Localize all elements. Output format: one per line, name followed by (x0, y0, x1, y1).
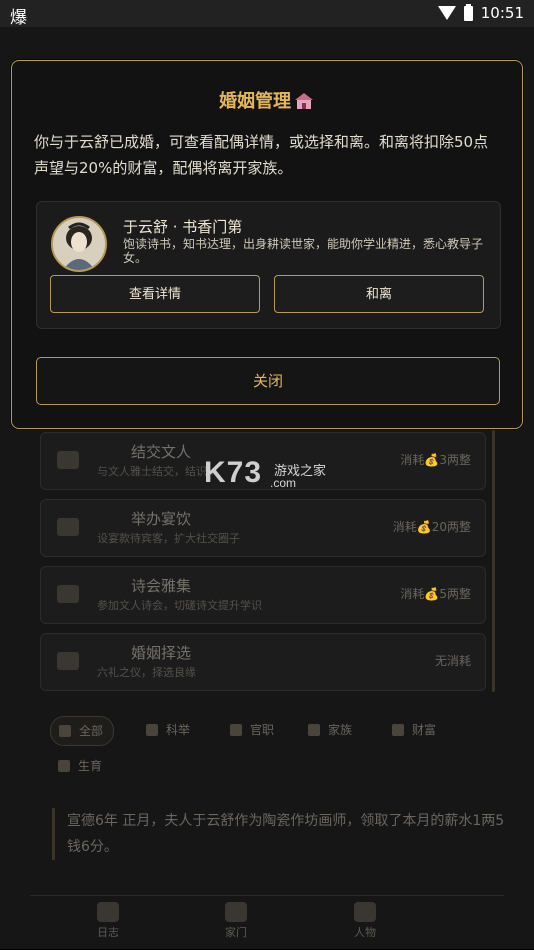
tab-family[interactable]: 家门 (206, 902, 266, 940)
action-icon (57, 652, 79, 670)
spouse-card: 于云舒 · 书香门第 饱读诗书，知书达理，出身耕读世家，能助你学业精进，悉心教导… (36, 201, 501, 329)
action-card[interactable]: 诗会雅集 参加文人诗会，切磋诗文提升学识 消耗💰5两整 (40, 566, 486, 624)
action-desc: 六礼之仪，择选良缘 (97, 666, 196, 679)
watermark: K73 游戏之家 .com (204, 456, 334, 492)
person-icon (354, 902, 376, 922)
filter-icon (392, 724, 404, 736)
action-cost: 无消耗 (434, 654, 471, 668)
marriage-management-dialog: 婚姻管理 你与于云舒已成婚，可查看配偶详情，或选择和离。和离将扣除50点声望与2… (11, 60, 523, 429)
bottom-tab-bar: 日志 家门 人物 (30, 895, 504, 950)
spouse-name: 于云舒 · 书香门第 (123, 218, 243, 236)
dialog-message: 你与于云舒已成婚，可查看配偶详情，或选择和离。和离将扣除50点声望与20%的财富… (34, 133, 489, 177)
filter-icon (230, 724, 242, 736)
crest-icon (225, 902, 247, 922)
tab-log[interactable]: 日志 (78, 902, 138, 940)
filter-icon (308, 724, 320, 736)
action-card[interactable]: 举办宴饮 设宴款待宾客，扩大社交圈子 消耗💰20两整 (40, 499, 486, 557)
dialog-title: 婚姻管理 (12, 87, 522, 113)
house-icon (295, 93, 313, 109)
action-desc: 与文人雅士结交，结识... (97, 465, 218, 478)
portrait-icon (53, 218, 105, 270)
filter-chip-office[interactable]: 官职 (222, 716, 284, 744)
watermark-domain: .com (270, 476, 297, 490)
spouse-description: 饱读诗书，知书达理，出身耕读世家，能助你学业精进，悉心教导子女。 (123, 237, 484, 265)
action-icon (57, 518, 79, 536)
action-icon (57, 451, 79, 469)
filter-chip-exam[interactable]: 科举 (138, 716, 200, 744)
filter-chip-birth[interactable]: 生育 (50, 752, 112, 780)
view-details-button[interactable]: 查看详情 (50, 275, 260, 313)
action-icon (57, 585, 79, 603)
divorce-button[interactable]: 和离 (274, 275, 484, 313)
action-cost: 消耗💰5两整 (400, 587, 471, 601)
watermark-logo: K73 (204, 456, 263, 489)
action-title: 举办宴饮 (131, 510, 192, 528)
filter-icon (146, 724, 158, 736)
action-title: 婚姻择选 (131, 644, 192, 662)
filter-chip-family[interactable]: 家族 (300, 716, 362, 744)
action-desc: 设宴款待宾客，扩大社交圈子 (97, 532, 240, 545)
action-title: 结交文人 (131, 443, 192, 461)
action-cost: 消耗💰3两整 (400, 453, 471, 467)
filter-icon (58, 760, 70, 772)
event-log-entry: 宣德6年 正月，夫人于云舒作为陶瓷作坊画师，领取了本月的薪水1两5钱6分。 (52, 808, 507, 860)
scrollbar[interactable] (492, 430, 495, 692)
scroll-icon (97, 902, 119, 922)
filter-chip-wealth[interactable]: 财富 (384, 716, 446, 744)
action-desc: 参加文人诗会，切磋诗文提升学识 (97, 599, 262, 612)
spouse-avatar (51, 216, 107, 272)
tab-people[interactable]: 人物 (335, 902, 395, 940)
action-cost: 消耗💰20两整 (392, 520, 471, 534)
action-title: 诗会雅集 (131, 577, 192, 595)
filter-chip-all[interactable]: 全部 (50, 716, 115, 746)
action-card[interactable]: 婚姻择选 六礼之仪，择选良缘 无消耗 (40, 633, 486, 691)
filter-icon (59, 725, 71, 737)
close-button[interactable]: 关闭 (36, 357, 500, 405)
